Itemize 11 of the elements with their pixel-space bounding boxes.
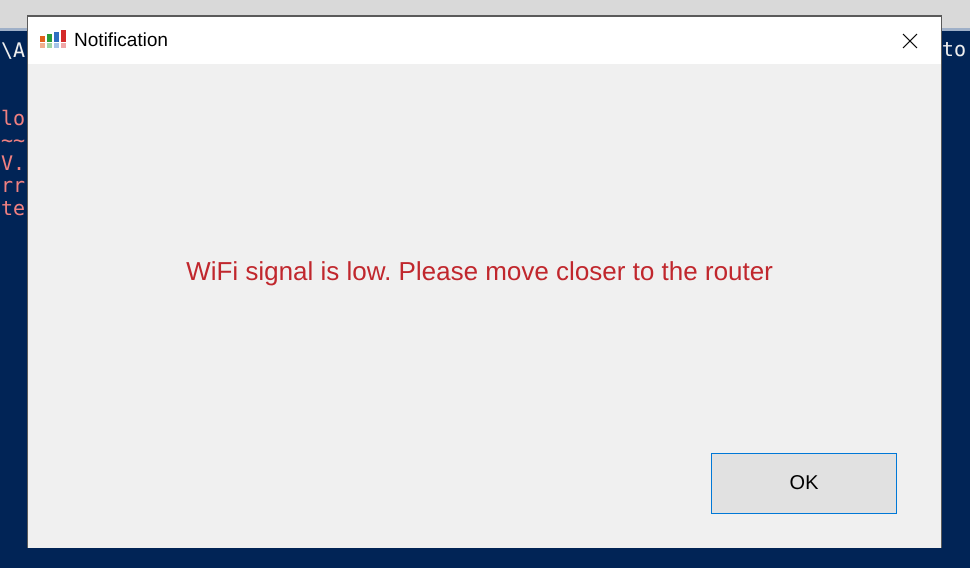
console-text: te [1,196,26,219]
console-text: to [942,37,966,61]
console-text: V. [1,152,26,174]
close-icon [902,32,918,48]
console-text: \A [1,39,26,62]
window-title: Notification [74,30,168,52]
ok-button[interactable]: OK [711,453,897,514]
message-text: WiFi signal is low. Please move closer to the router [185,256,774,287]
console-text: lo [1,106,26,129]
console-text: rr [1,174,26,196]
console-text: ~~ [1,129,26,152]
